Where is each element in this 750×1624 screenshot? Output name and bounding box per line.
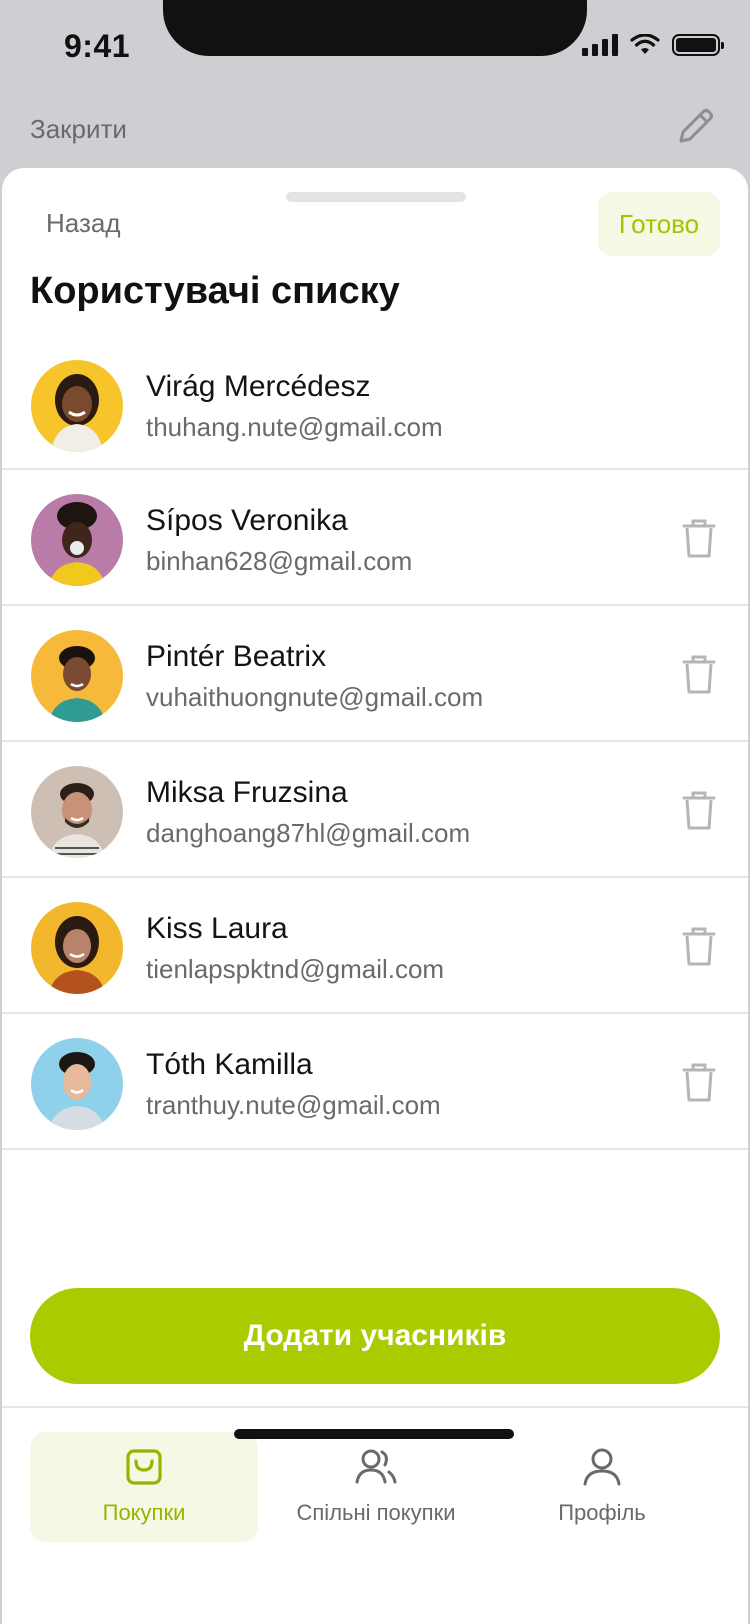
user-name: Tóth Kamilla: [146, 1048, 313, 1081]
battery-icon: [672, 34, 724, 56]
trash-icon[interactable]: [678, 924, 720, 968]
avatar: [31, 902, 123, 994]
user-icon: [583, 1448, 621, 1486]
user-row: Tóth Kamilla tranthuy.nute@gmail.com: [2, 1014, 748, 1150]
user-list: Virág Mercédesz thuhang.nute@gmail.com S…: [2, 336, 748, 1150]
page-title: Користувачі списку: [30, 270, 400, 312]
user-row: Miksa Fruzsina danghoang87hl@gmail.com: [2, 742, 748, 878]
status-bar: 9:41: [0, 0, 750, 92]
home-indicator[interactable]: [234, 1429, 514, 1439]
done-button[interactable]: Готово: [598, 192, 720, 256]
back-button[interactable]: Назад: [46, 208, 121, 239]
status-icons: [582, 34, 724, 56]
users-sheet: Назад Готово Користувачі списку Virág Me…: [2, 168, 748, 1624]
tab-profile[interactable]: Профіль: [488, 1432, 716, 1542]
avatar: [31, 1038, 123, 1130]
cellular-signal-icon: [582, 34, 618, 56]
tab-label: Спільні покупки: [296, 1500, 456, 1525]
tab-label: Профіль: [558, 1500, 646, 1525]
user-name: Sípos Veronika: [146, 504, 348, 537]
trash-icon[interactable]: [678, 652, 720, 696]
user-name: Kiss Laura: [146, 912, 288, 945]
user-row: Kiss Laura tienlapspktnd@gmail.com: [2, 878, 748, 1014]
device-notch: [163, 0, 587, 56]
user-email: tienlapspktnd@gmail.com: [146, 954, 445, 984]
user-row: Pintér Beatrix vuhaithuongnute@gmail.com: [2, 606, 748, 742]
background-header: Закрити: [0, 92, 750, 170]
avatar: [31, 766, 123, 858]
trash-icon[interactable]: [678, 516, 720, 560]
trash-icon[interactable]: [678, 788, 720, 832]
tab-purchases[interactable]: Покупки: [30, 1432, 258, 1542]
status-time: 9:41: [64, 28, 131, 64]
user-email: danghoang87hl@gmail.com: [146, 818, 471, 848]
add-participants-button[interactable]: Додати учасників: [30, 1288, 720, 1384]
user-row: Virág Mercédesz thuhang.nute@gmail.com: [2, 336, 748, 470]
avatar: [31, 494, 123, 586]
user-name: Pintér Beatrix: [146, 640, 327, 673]
users-icon: [355, 1449, 397, 1484]
edit-pencil-icon[interactable]: [672, 104, 718, 150]
avatar: [31, 630, 123, 722]
sheet-grabber[interactable]: [286, 192, 466, 202]
user-email: tranthuy.nute@gmail.com: [146, 1090, 441, 1120]
close-button[interactable]: Закрити: [30, 114, 127, 145]
user-name: Miksa Fruzsina: [146, 776, 348, 809]
user-email: thuhang.nute@gmail.com: [146, 412, 443, 442]
tab-shared-purchases[interactable]: Спільні покупки: [262, 1432, 490, 1542]
trash-icon[interactable]: [678, 1060, 720, 1104]
avatar: [31, 360, 123, 452]
tab-label: Покупки: [102, 1500, 186, 1525]
wifi-icon: [630, 34, 660, 54]
user-email: vuhaithuongnute@gmail.com: [146, 682, 484, 712]
user-row: Sípos Veronika binhan628@gmail.com: [2, 470, 748, 606]
user-email: binhan628@gmail.com: [146, 546, 413, 576]
shopping-bag-icon: [126, 1449, 162, 1485]
user-name: Virág Mercédesz: [146, 370, 371, 403]
